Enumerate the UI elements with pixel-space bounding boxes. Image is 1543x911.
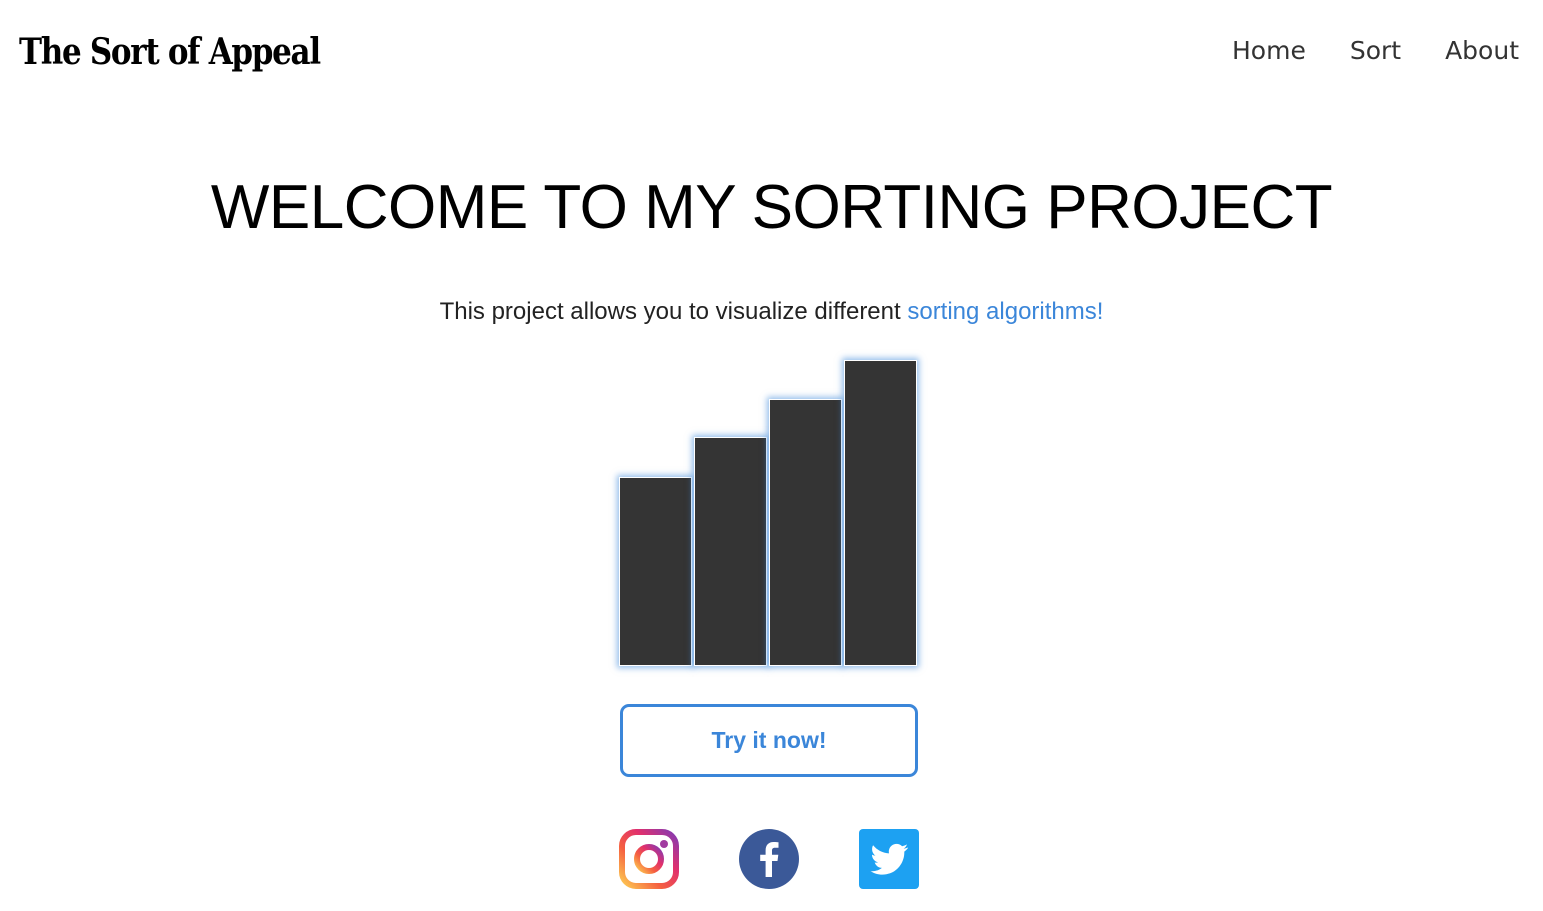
nav-about-link[interactable]: About: [1445, 36, 1519, 65]
social-links: [619, 829, 919, 889]
subtitle-text: This project allows you to visualize dif…: [439, 298, 908, 325]
site-logo-title[interactable]: The Sort of Appeal: [19, 31, 321, 73]
demo-bar: [769, 399, 842, 666]
demo-bar: [844, 360, 917, 666]
instagram-icon[interactable]: [619, 829, 679, 889]
page-subtitle: This project allows you to visualize dif…: [0, 298, 1543, 326]
site-header: The Sort of Appeal Home Sort About: [0, 0, 1543, 110]
main-nav: Home Sort About: [1232, 36, 1519, 65]
nav-home-link[interactable]: Home: [1232, 36, 1306, 65]
facebook-icon[interactable]: [739, 829, 799, 889]
sorting-demo-bars: [619, 360, 919, 666]
page-title: WELCOME TO MY SORTING PROJECT: [210, 173, 1333, 242]
demo-bar: [694, 437, 767, 666]
twitter-icon[interactable]: [859, 829, 919, 889]
try-it-now-button[interactable]: Try it now!: [620, 704, 918, 777]
sorting-algorithms-link[interactable]: sorting algorithms!: [907, 298, 1103, 325]
nav-sort-link[interactable]: Sort: [1350, 36, 1401, 65]
demo-bar: [619, 477, 692, 666]
